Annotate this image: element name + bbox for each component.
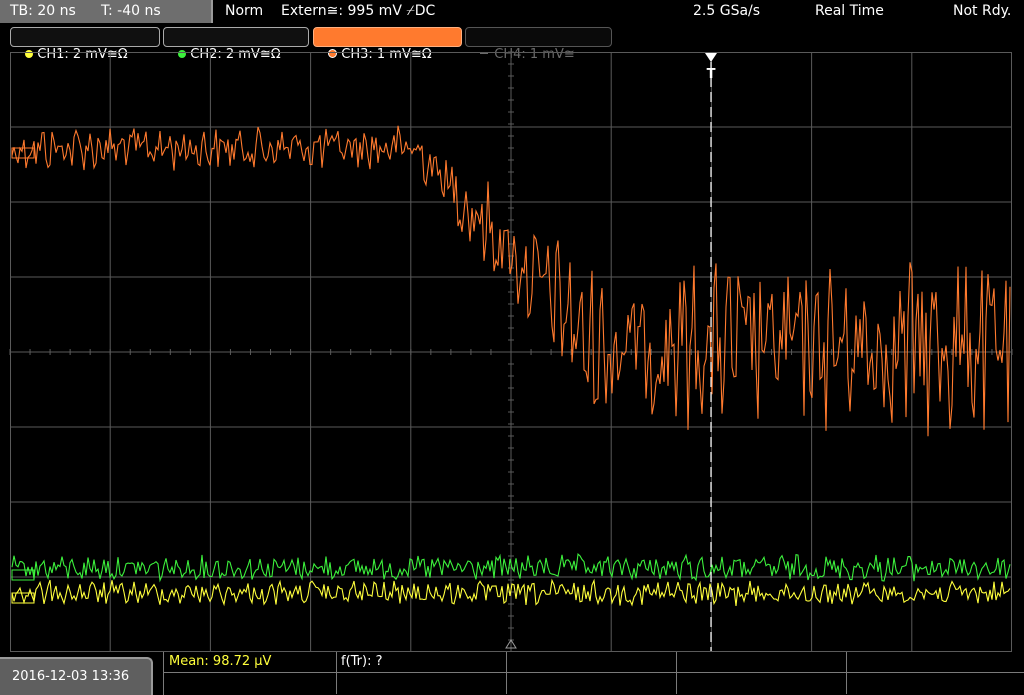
measurement-slot-9[interactable] — [677, 673, 847, 694]
measurement-slot-7[interactable] — [337, 673, 507, 694]
measurement-slot-3[interactable] — [507, 652, 677, 673]
measurement-mean[interactable]: Mean: 98.72 µV — [164, 652, 337, 673]
mean-label: Mean: 98.72 µV — [169, 654, 272, 669]
measurement-panel: Mean: 98.72 µV f(Tr): ? — [163, 652, 1024, 695]
measurement-slot-8[interactable] — [507, 673, 677, 694]
measurement-slot-10[interactable] — [847, 673, 1024, 694]
measurement-slot-6[interactable] — [164, 673, 337, 694]
datetime-label: 2016-12-03 13:36 — [12, 669, 130, 684]
measurement-ftr[interactable]: f(Tr): ? — [337, 652, 507, 673]
measurement-slot-4[interactable] — [677, 652, 847, 673]
graticule-frame — [10, 52, 1012, 652]
ftr-label: f(Tr): ? — [341, 654, 383, 669]
measurement-slot-5[interactable] — [847, 652, 1024, 673]
datetime-panel: 2016-12-03 13:36 — [0, 657, 153, 695]
